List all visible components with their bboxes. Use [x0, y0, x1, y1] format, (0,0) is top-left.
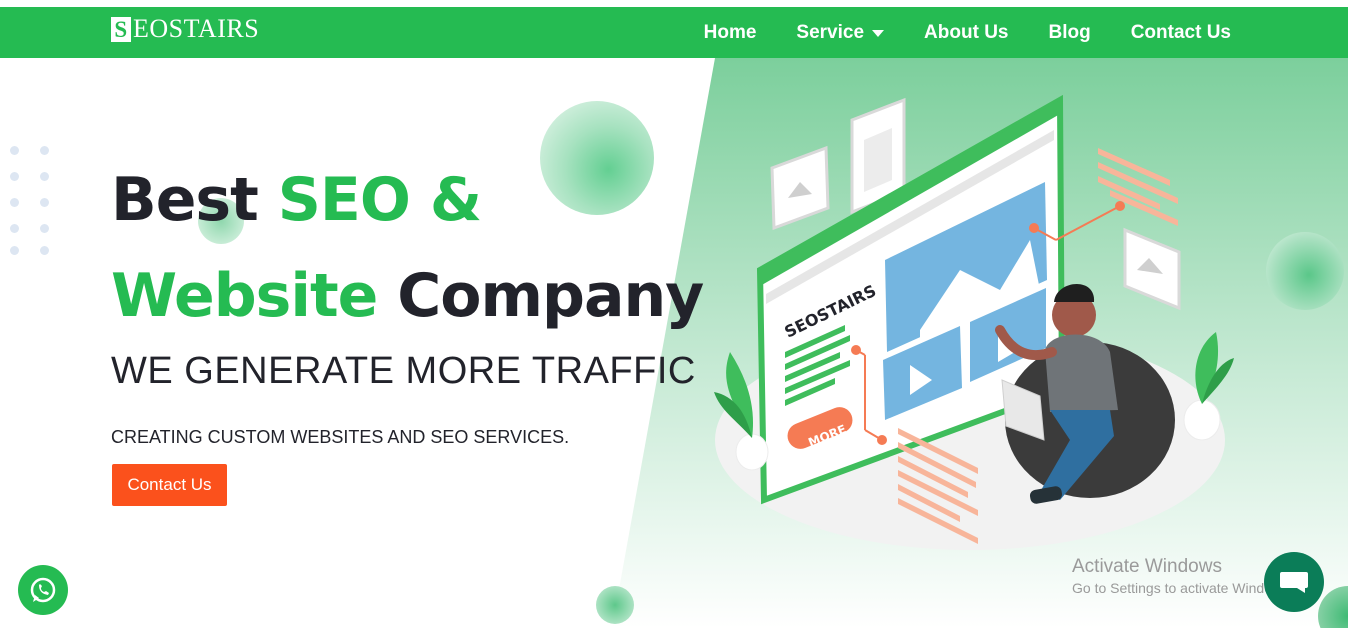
chat-icon — [1280, 572, 1308, 593]
main-nav: Home Service About Us Blog Contact Us — [704, 7, 1231, 58]
nav-contact-us[interactable]: Contact Us — [1131, 22, 1231, 44]
wall-frame — [770, 145, 830, 231]
top-strip — [0, 0, 1348, 7]
site-logo[interactable]: S EOSTAIRS — [111, 14, 259, 44]
activate-windows-watermark: Activate Windows Go to Settings to activ… — [1072, 556, 1293, 596]
chevron-down-icon — [872, 30, 885, 37]
hero-title-highlight: Website — [111, 261, 378, 331]
logo-mark: S — [111, 16, 131, 42]
hero-title-part: Company — [377, 261, 704, 331]
hero-subline: CREATING CUSTOM WEBSITES AND SEO SERVICE… — [111, 427, 570, 447]
nav-service[interactable]: Service — [796, 21, 885, 44]
decorative-bubble — [596, 586, 634, 624]
whatsapp-icon — [30, 577, 56, 603]
nav-home[interactable]: Home — [704, 22, 757, 44]
nav-about-us[interactable]: About Us — [924, 22, 1008, 44]
contact-us-button[interactable]: Contact Us — [112, 464, 227, 506]
page: S EOSTAIRS Home Service About Us Blog Co… — [0, 0, 1348, 628]
wall-frame — [1123, 227, 1181, 311]
watermark-title: Activate Windows — [1072, 556, 1222, 577]
watermark-subtitle: Go to Settings to activate Windows. — [1072, 580, 1293, 596]
nav-service-label: Service — [796, 21, 865, 43]
hero-title-highlight: SEO & — [277, 165, 482, 235]
decorative-dots — [10, 146, 54, 258]
hero-title: Best SEO & Website Company — [111, 152, 704, 344]
nav-blog[interactable]: Blog — [1048, 22, 1090, 44]
logo-text: EOSTAIRS — [133, 14, 260, 43]
chat-button[interactable] — [1264, 552, 1324, 612]
hero-title-part: Best — [111, 165, 278, 235]
decorative-bubble — [1266, 232, 1344, 310]
whatsapp-button[interactable] — [18, 565, 68, 615]
hero-tagline: WE GENERATE MORE TRAFFIC — [111, 350, 696, 392]
hero-illustration: SEOSTAIRS MORE — [714, 94, 1234, 550]
